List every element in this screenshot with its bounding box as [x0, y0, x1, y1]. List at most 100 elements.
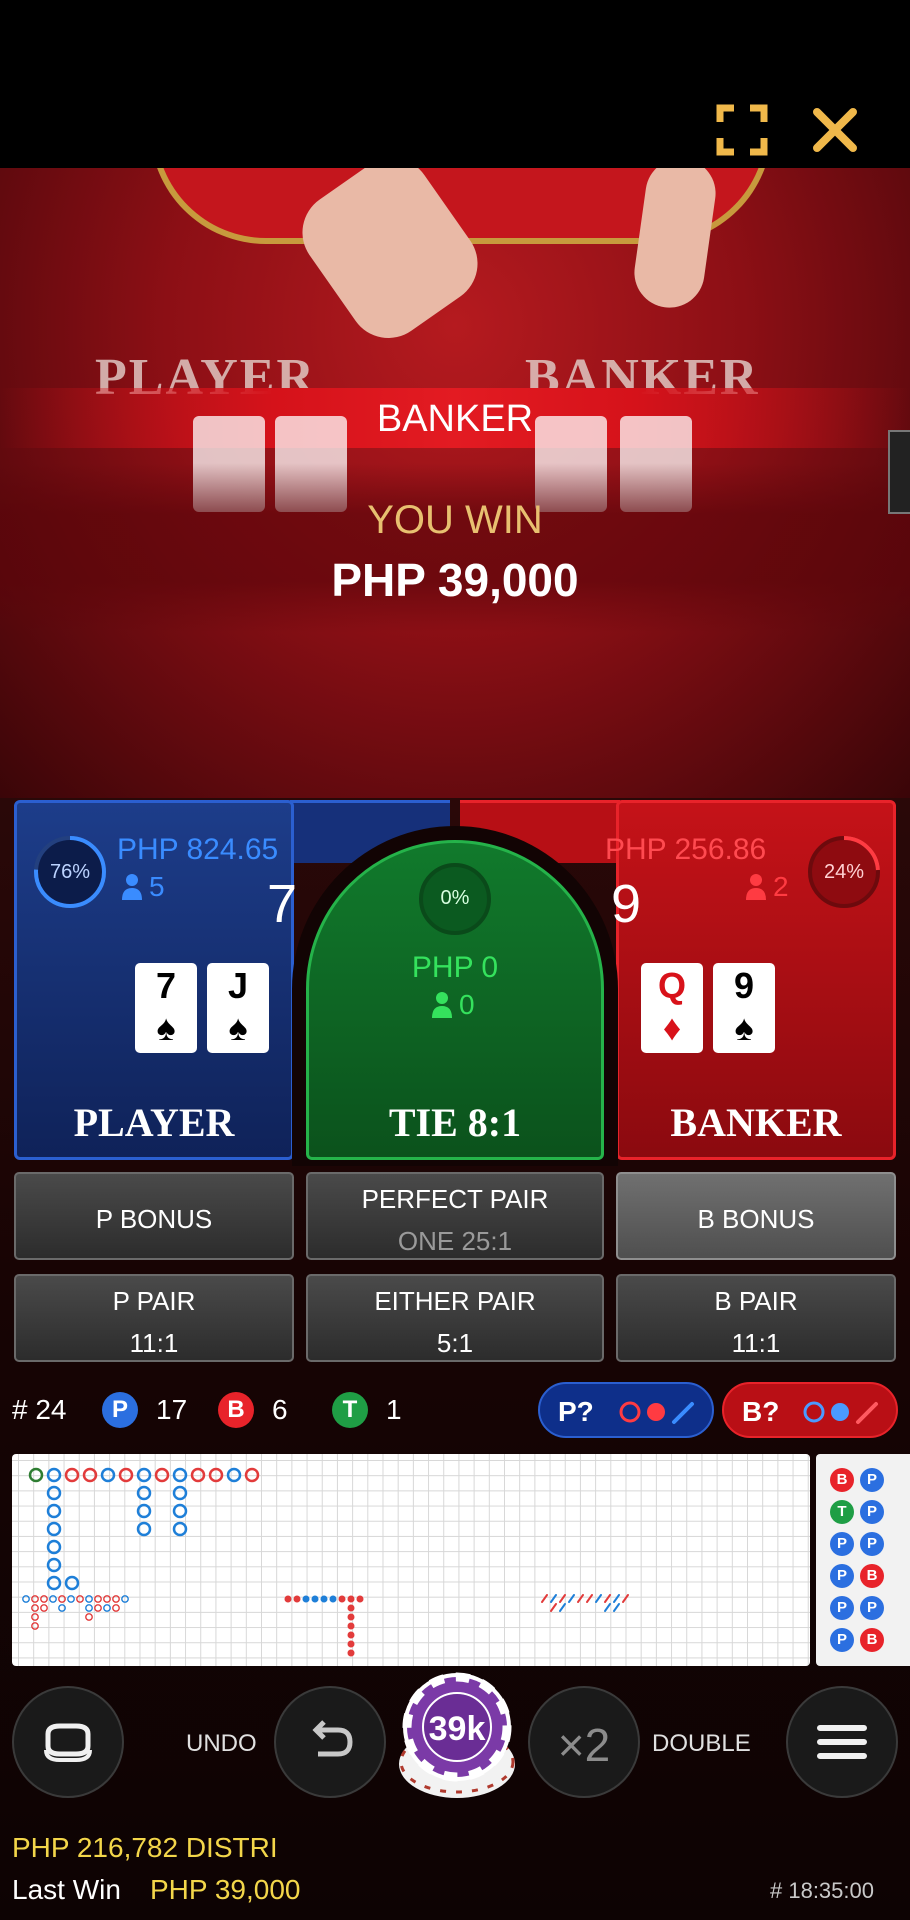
banker-wins-count: 6: [272, 1394, 288, 1425]
bead-road-cell: P: [830, 1564, 854, 1588]
undo-label: UNDO: [186, 1730, 257, 1757]
you-win-label: YOU WIN: [367, 498, 543, 542]
perfect-pair-label: PERFECT PAIR: [361, 1184, 549, 1214]
scoreboard-marks: [22, 1467, 629, 1657]
undo-icon: [312, 1720, 353, 1757]
close-icon[interactable]: [805, 100, 865, 160]
b-pair-payout: 11:1: [731, 1328, 781, 1358]
predict-symbols-icon: [619, 1401, 694, 1424]
player-card: J ♠: [207, 963, 269, 1053]
round-count: # 24: [12, 1394, 67, 1425]
last-win-label: Last Win: [12, 1874, 121, 1905]
table-view-button[interactable]: [12, 1686, 124, 1798]
bead-road-cell: P: [830, 1596, 854, 1620]
tie-wins-count: 1: [386, 1394, 402, 1425]
p-bonus-label: P BONUS: [95, 1204, 213, 1234]
player-percent: 76%: [49, 861, 91, 883]
dealer-screen: [888, 430, 910, 514]
double-label: DOUBLE: [652, 1730, 751, 1757]
player-bettor-count: 5: [149, 871, 165, 902]
player-wins-badge: P: [102, 1392, 138, 1428]
banker-score: 9: [611, 874, 642, 934]
player-wins-count: 17: [156, 1394, 188, 1425]
b-pair-button[interactable]: B PAIR 11:1: [616, 1274, 896, 1362]
either-pair-button[interactable]: EITHER PAIR 5:1: [306, 1274, 604, 1362]
card-rank: J: [227, 965, 249, 1006]
p-pair-payout: 11:1: [129, 1328, 179, 1358]
table-icon: [44, 1723, 92, 1762]
tie-bet-amount: PHP 0: [411, 951, 499, 984]
tie-bet-zone[interactable]: 0% PHP 0 0 TIE 8:1: [306, 840, 604, 1160]
banker-percent: 24%: [823, 861, 865, 883]
user-icon: [121, 873, 143, 901]
tie-wins-badge: T: [332, 1392, 368, 1428]
banker-label: BANKER: [670, 1100, 842, 1145]
balance-text: PHP 216,782 DISTRI: [12, 1832, 278, 1863]
bead-road-cell: P: [860, 1500, 884, 1524]
banker-card: 9 ♠: [713, 963, 775, 1053]
player-predict-label: P?: [558, 1396, 594, 1427]
banker-card: Q ♦: [641, 963, 703, 1053]
tie-bettor-count: 0: [459, 989, 475, 1020]
result-winner-label: BANKER: [376, 398, 534, 440]
bead-road-cell: P: [860, 1596, 884, 1620]
either-pair-label: EITHER PAIR: [374, 1286, 536, 1316]
double-x-label: ×2: [557, 1719, 611, 1771]
win-amount: PHP 39,000: [331, 554, 579, 606]
bead-road-cell: B: [860, 1628, 884, 1652]
p-pair-label: P PAIR: [112, 1286, 196, 1316]
banker-bet-amount: PHP 256.86: [605, 833, 767, 866]
card-suit: ♠: [156, 1007, 176, 1048]
top-bar: [0, 0, 910, 168]
card-rank: Q: [657, 965, 686, 1006]
card-rank: 9: [733, 965, 755, 1006]
bead-road-cell: P: [860, 1468, 884, 1492]
bead-road-cell: P: [830, 1532, 854, 1556]
p-bonus-button[interactable]: P BONUS: [14, 1172, 294, 1260]
card-suit: ♦: [662, 1007, 682, 1048]
chip-selector[interactable]: 39k: [392, 1672, 522, 1802]
double-button[interactable]: ×2: [528, 1686, 640, 1798]
perfect-pair-button[interactable]: PERFECT PAIR ONE 25:1: [306, 1172, 604, 1260]
tie-percent: 0%: [440, 887, 470, 909]
banker-bettor-count: 2: [773, 871, 789, 902]
player-score: 7: [267, 874, 298, 934]
b-bonus-label: B BONUS: [697, 1204, 815, 1234]
bead-road-cell: B: [830, 1468, 854, 1492]
bead-road-cell: P: [860, 1532, 884, 1556]
player-card: 7 ♠: [135, 963, 197, 1053]
predict-symbols-icon: [803, 1401, 878, 1424]
tie-label: TIE 8:1: [388, 1100, 522, 1145]
big-road-scoreboard[interactable]: [12, 1454, 810, 1666]
player-predict-button[interactable]: P?: [538, 1382, 714, 1438]
card-rank: 7: [155, 965, 177, 1006]
round-timestamp: # 18:35:00: [770, 1878, 874, 1903]
menu-button[interactable]: [786, 1686, 898, 1798]
live-video-feed: PLAYER BANKER BANKER YOU WIN PHP 39,000: [0, 168, 910, 798]
either-pair-payout: 5:1: [436, 1328, 474, 1358]
bead-road-cell: T: [830, 1500, 854, 1524]
b-pair-label: B PAIR: [714, 1286, 798, 1316]
bead-road-cell: B: [860, 1564, 884, 1588]
b-bonus-button[interactable]: B BONUS: [616, 1172, 896, 1260]
banker-bet-zone[interactable]: PHP 256.86 24% 2 9 Q ♦ 9 ♠ BANKER: [605, 800, 896, 1160]
undo-button[interactable]: [274, 1686, 386, 1798]
card-suit: ♠: [734, 1007, 754, 1048]
user-icon: [745, 873, 767, 901]
user-icon: [431, 991, 453, 1019]
banker-predict-label: B?: [742, 1396, 780, 1427]
bead-road[interactable]: BPTPPPPBPPPB: [816, 1454, 910, 1666]
player-label: PLAYER: [73, 1100, 235, 1145]
fullscreen-icon[interactable]: [712, 100, 772, 160]
menu-icon: [817, 1725, 867, 1759]
card-suit: ♠: [228, 1007, 248, 1048]
player-bet-zone[interactable]: 76% PHP 824.65 5 7 7 ♠ J ♠ PLAYER: [14, 800, 298, 1160]
p-pair-button[interactable]: P PAIR 11:1: [14, 1274, 294, 1362]
player-bet-amount: PHP 824.65: [117, 833, 279, 866]
banker-predict-button[interactable]: B?: [722, 1382, 898, 1438]
perfect-pair-payout: ONE 25:1: [397, 1226, 513, 1256]
win-panel: [0, 463, 910, 633]
chip-value: 39k: [428, 1710, 486, 1748]
banker-wins-badge: B: [218, 1392, 254, 1428]
last-win-amount: PHP 39,000: [150, 1874, 301, 1905]
